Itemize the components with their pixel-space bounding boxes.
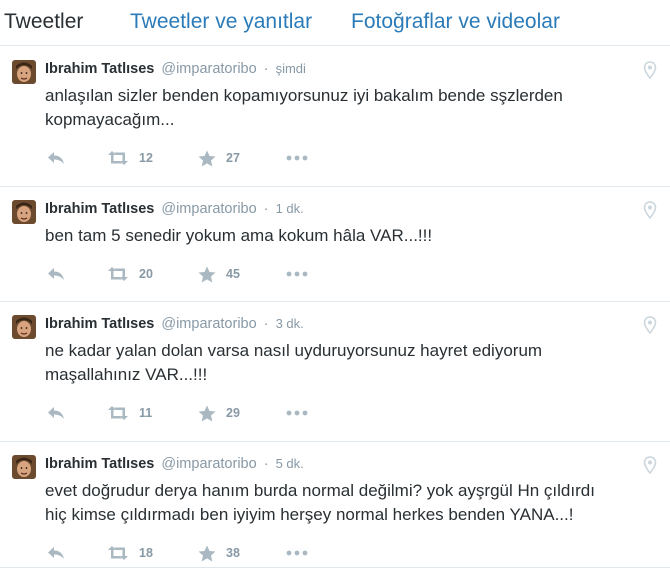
location-pin-icon[interactable]	[643, 61, 657, 80]
favorite-count: 38	[226, 546, 240, 560]
location-pin-icon[interactable]	[643, 201, 657, 220]
star-icon	[198, 405, 216, 422]
tweet-text-line: kopmayacağım...	[45, 110, 175, 129]
tab-tweets[interactable]: Tweetler	[4, 9, 83, 35]
reply-icon	[47, 546, 65, 560]
header-separator: ·	[263, 316, 269, 332]
tweet-header: Ibrahim Tatlıses @imparatoribo · 5 dk.	[45, 454, 304, 474]
retweet-icon	[107, 267, 129, 281]
location-pin-icon[interactable]	[643, 316, 657, 335]
tweet-fullname[interactable]: Ibrahim Tatlıses	[45, 456, 154, 472]
reply-icon	[47, 406, 65, 420]
tweet[interactable]: Ibrahim Tatlıses @imparatoribo · 5 dk. e…	[0, 442, 670, 568]
avatar[interactable]	[12, 200, 36, 224]
avatar[interactable]	[12, 455, 36, 479]
tweet-text: ne kadar yalan dolan varsa nasıl uyduruy…	[45, 339, 645, 387]
tweet-text: evet doğrudur derya hanım burda normal d…	[45, 479, 645, 527]
more-icon	[286, 550, 308, 556]
header-separator: ·	[263, 456, 269, 472]
tweet-header: Ibrahim Tatlıses @imparatoribo · 1 dk.	[45, 199, 304, 219]
tweet-text: ben tam 5 senedir yokum ama kokum hâla V…	[45, 224, 645, 248]
more-button[interactable]	[286, 264, 308, 284]
reply-button[interactable]	[47, 148, 65, 168]
tweet-text-line: evet doğrudur derya hanım burda normal d…	[45, 481, 595, 500]
tweet-header: Ibrahim Tatlıses @imparatoribo · 3 dk.	[45, 314, 304, 334]
tweet-username[interactable]: @imparatoribo	[161, 61, 256, 77]
tab-tweets-and-replies[interactable]: Tweetler ve yanıtlar	[130, 9, 312, 35]
star-icon	[198, 545, 216, 562]
tab-photos-and-videos[interactable]: Fotoğraflar ve videolar	[351, 9, 560, 35]
favorite-count: 27	[226, 151, 240, 165]
retweet-count: 18	[139, 546, 153, 560]
reply-icon	[47, 267, 65, 281]
favorite-button[interactable]: 38	[198, 543, 240, 563]
avatar[interactable]	[12, 315, 36, 339]
tweet-header: Ibrahim Tatlıses @imparatoribo · şimdi	[45, 59, 306, 79]
profile-tabs: Tweetler Tweetler ve yanıtlar Fotoğrafla…	[0, 0, 670, 46]
retweet-button[interactable]: 20	[107, 264, 153, 284]
tweet-username[interactable]: @imparatoribo	[161, 201, 256, 217]
tweet[interactable]: Ibrahim Tatlıses @imparatoribo · 1 dk. b…	[0, 187, 670, 302]
more-button[interactable]	[286, 403, 308, 423]
more-icon	[286, 410, 308, 416]
header-separator: ·	[263, 201, 269, 217]
tweet-username[interactable]: @imparatoribo	[161, 456, 256, 472]
retweet-icon	[107, 151, 129, 165]
more-icon	[286, 155, 308, 161]
retweet-count: 11	[139, 406, 153, 420]
tweet-text: anlaşılan sizler benden kopamıyorsunuz i…	[45, 84, 645, 132]
retweet-button[interactable]: 11	[107, 403, 152, 423]
reply-button[interactable]	[47, 264, 65, 284]
reply-button[interactable]	[47, 543, 65, 563]
retweet-count: 12	[139, 151, 153, 165]
retweet-icon	[107, 546, 129, 560]
retweet-button[interactable]: 18	[107, 543, 153, 563]
tweet-fullname[interactable]: Ibrahim Tatlıses	[45, 201, 154, 217]
reply-icon	[47, 151, 65, 165]
tweet-fullname[interactable]: Ibrahim Tatlıses	[45, 316, 154, 332]
favorite-count: 29	[226, 406, 240, 420]
favorite-button[interactable]: 27	[198, 148, 240, 168]
retweet-button[interactable]: 12	[107, 148, 153, 168]
more-icon	[286, 271, 308, 277]
avatar[interactable]	[12, 60, 36, 84]
reply-button[interactable]	[47, 403, 65, 423]
tweet-text-line: anlaşılan sizler benden kopamıyorsunuz i…	[45, 86, 563, 105]
tweet-text-line: ne kadar yalan dolan varsa nasıl uyduruy…	[45, 341, 543, 360]
tweet-timestamp[interactable]: 5 dk.	[276, 456, 304, 471]
more-button[interactable]	[286, 148, 308, 168]
tweet-timestamp[interactable]: 3 dk.	[276, 316, 304, 331]
location-pin-icon[interactable]	[643, 456, 657, 475]
tweet-timestamp[interactable]: 1 dk.	[276, 201, 304, 216]
tweet-text-line: hiç kimse çıldırmadı ben iyiyim herşey n…	[45, 505, 574, 524]
favorite-button[interactable]: 29	[198, 403, 240, 423]
star-icon	[198, 150, 216, 167]
header-separator: ·	[263, 61, 269, 77]
tweet-fullname[interactable]: Ibrahim Tatlıses	[45, 61, 154, 77]
tweet[interactable]: Ibrahim Tatlıses @imparatoribo · 3 dk. n…	[0, 302, 670, 442]
tweet-text-line: ben tam 5 senedir yokum ama kokum hâla V…	[45, 226, 433, 245]
tweet-username[interactable]: @imparatoribo	[161, 316, 256, 332]
star-icon	[198, 266, 216, 283]
retweet-icon	[107, 406, 129, 420]
tweet-timestamp[interactable]: şimdi	[276, 61, 306, 76]
favorite-button[interactable]: 45	[198, 264, 240, 284]
favorite-count: 45	[226, 267, 240, 281]
more-button[interactable]	[286, 543, 308, 563]
tweet[interactable]: Ibrahim Tatlıses @imparatoribo · şimdi a…	[0, 47, 670, 187]
tweet-text-line: maşallahınız VAR...!!!	[45, 365, 208, 384]
retweet-count: 20	[139, 267, 153, 281]
